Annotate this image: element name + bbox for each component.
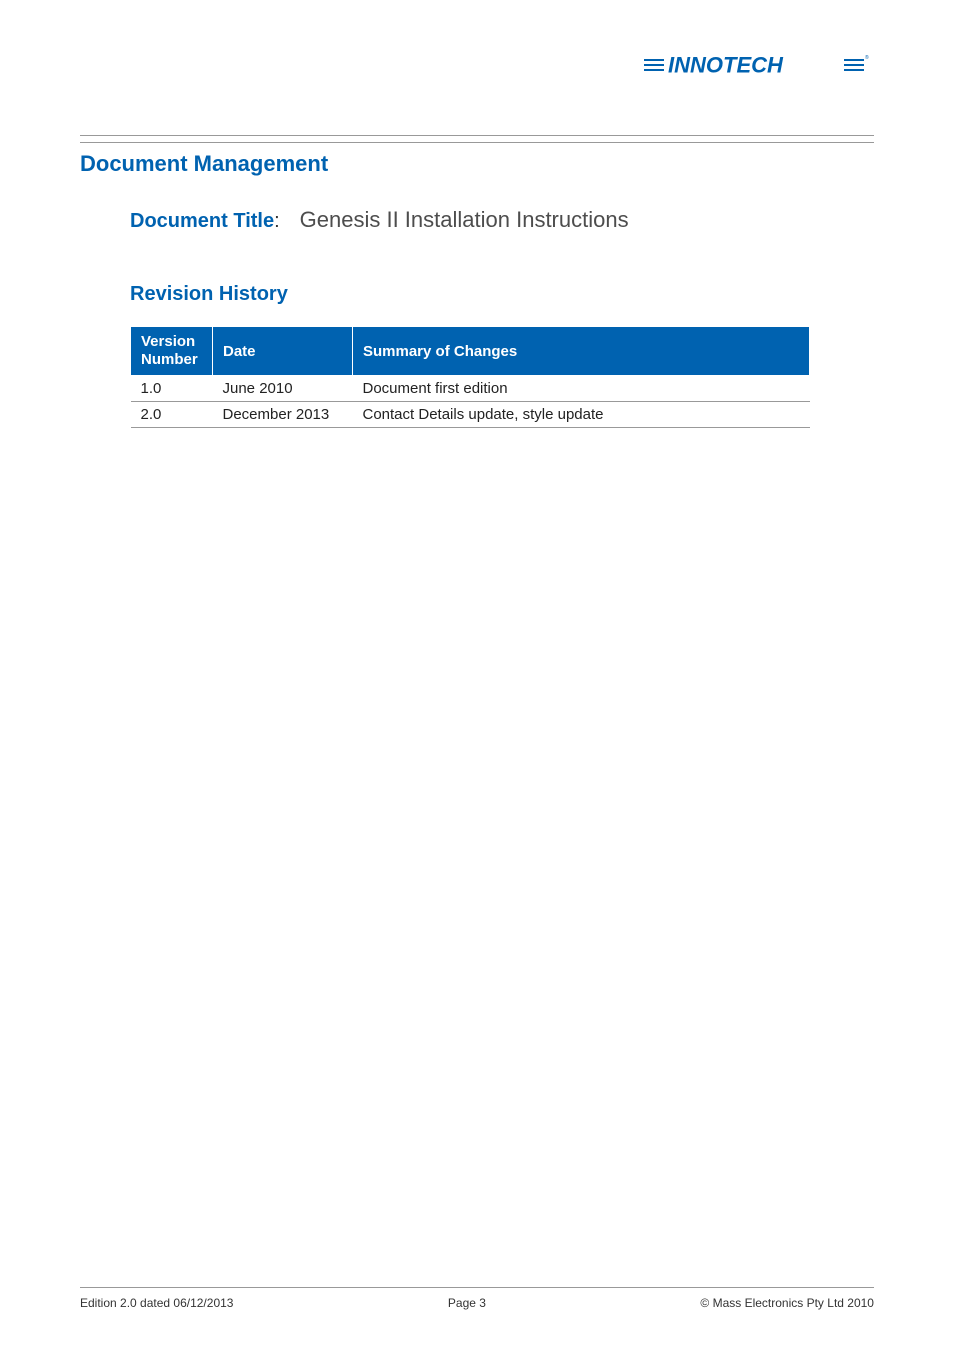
divider — [80, 135, 874, 143]
footer-edition: Edition 2.0 dated 06/12/2013 — [80, 1296, 233, 1310]
revision-history-table: Version Number Date Summary of Changes 1… — [130, 326, 810, 428]
logo-container: INNOTECH ® — [80, 50, 874, 85]
document-title-value: Genesis II Installation Instructions — [300, 207, 629, 233]
svg-text:INNOTECH: INNOTECH — [668, 53, 784, 78]
footer-copyright: © Mass Electronics Pty Ltd 2010 — [700, 1296, 874, 1310]
document-title-colon: : — [274, 210, 280, 233]
document-title-row: Document Title: Genesis II Installation … — [130, 207, 874, 233]
innotech-logo: INNOTECH ® — [644, 50, 874, 85]
table-row: 1.0 June 2010 Document first edition — [131, 376, 810, 402]
table-row: 2.0 December 2013 Contact Details update… — [131, 402, 810, 428]
cell-summary: Document first edition — [353, 376, 810, 402]
document-title-label: Document Title — [130, 210, 274, 233]
svg-text:®: ® — [865, 54, 869, 61]
footer-page: Page 3 — [448, 1296, 486, 1310]
cell-date: June 2010 — [213, 376, 353, 402]
cell-version: 2.0 — [131, 402, 213, 428]
section-title: Document Management — [80, 151, 874, 177]
cell-date: December 2013 — [213, 402, 353, 428]
cell-version: 1.0 — [131, 376, 213, 402]
table-header-date: Date — [213, 327, 353, 376]
footer: Edition 2.0 dated 06/12/2013 Page 3 © Ma… — [80, 1287, 874, 1310]
table-header-version: Version Number — [131, 327, 213, 376]
revision-history-title: Revision History — [130, 283, 874, 306]
table-header-summary: Summary of Changes — [353, 327, 810, 376]
cell-summary: Contact Details update, style update — [353, 402, 810, 428]
